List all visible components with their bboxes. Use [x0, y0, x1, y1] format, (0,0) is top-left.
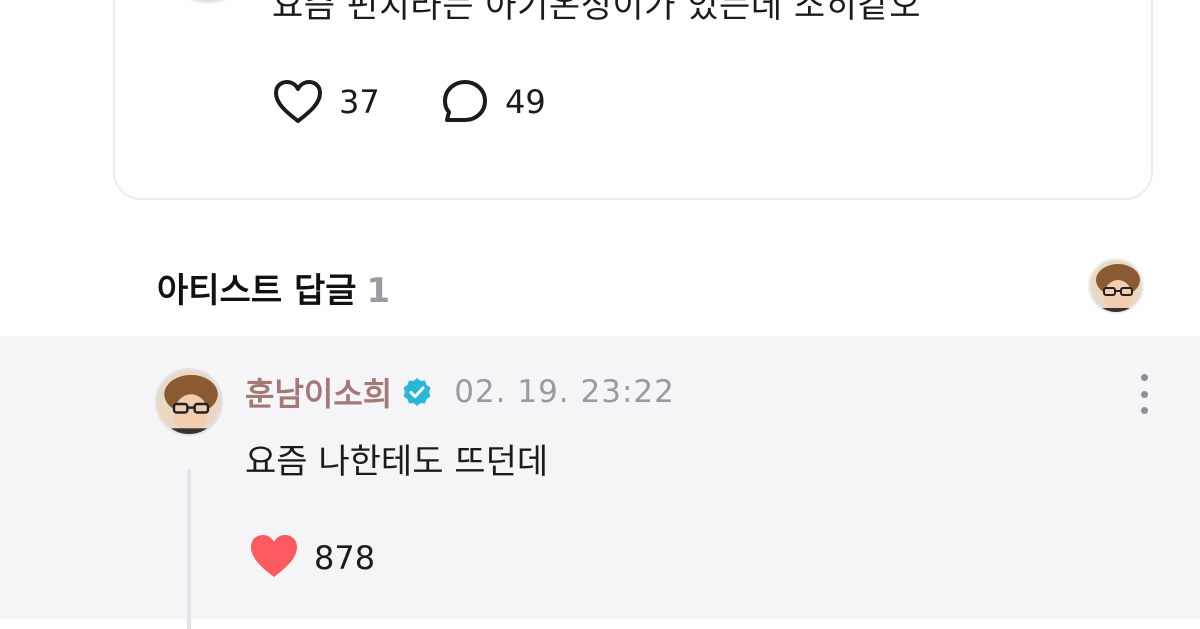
reply-section: 훈남이소희 02. 19. 23:22 요즘 나한테도 뜨던데 878: [0, 336, 1200, 629]
post-card: 요즘 펀치라는 아기온싱이가 있는데 소히같오 37 49: [113, 0, 1153, 200]
kebab-menu-icon[interactable]: [1130, 374, 1158, 414]
like-button[interactable]: 37: [273, 75, 380, 129]
comment-count: 49: [505, 83, 546, 121]
heart-outline-icon: [273, 79, 323, 125]
reply-text: 요즘 나한테도 뜨던데: [245, 442, 549, 482]
speech-bubble-icon: [441, 78, 489, 126]
like-count: 37: [339, 83, 380, 121]
artist-avatar[interactable]: [1088, 258, 1144, 314]
reply-timestamp: 02. 19. 23:22: [454, 374, 675, 410]
comment-button[interactable]: 49: [441, 75, 546, 129]
reply-meta: 훈남이소희 02. 19. 23:22: [245, 370, 675, 414]
reply-like-count: 878: [314, 539, 376, 577]
verified-badge-icon: [402, 377, 432, 407]
artist-replies-title: 아티스트 답글: [157, 271, 357, 311]
reply-like-button[interactable]: 878: [248, 534, 375, 582]
heart-filled-icon: [248, 533, 300, 583]
reply-author-avatar[interactable]: [155, 368, 223, 436]
post-text: 요즘 펀치라는 아기온싱이가 있는데 소히같오: [272, 0, 922, 26]
artist-replies-count: 1: [366, 271, 391, 311]
thread-line: [187, 469, 191, 629]
reply-author-name[interactable]: 훈남이소희: [245, 369, 392, 415]
artist-replies-header: 아티스트 답글 1: [157, 263, 390, 312]
post-author-avatar[interactable]: [163, 0, 253, 4]
